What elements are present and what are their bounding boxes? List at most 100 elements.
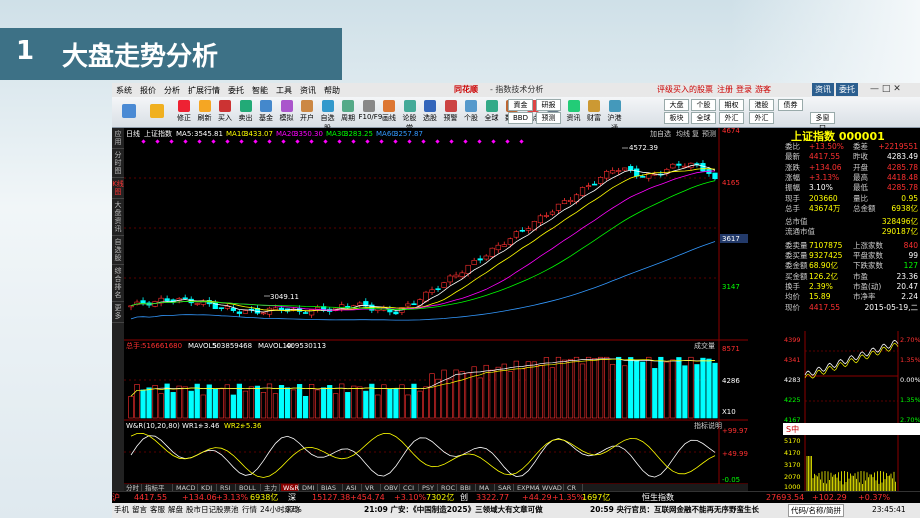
toolbar-extra-4[interactable]: 大盘 [664,99,689,111]
toolbar-button-5[interactable]: 模拟 [277,99,297,126]
leftnav-item-6[interactable]: 更多 [112,302,124,323]
toolbar-extra-0[interactable]: 資金 [508,99,533,111]
toolbar-button-0[interactable]: 修正 [174,99,194,126]
toolbar-extra-9[interactable]: 外汇 [719,112,744,124]
quote-row: 最新 4417.55 昨收 4283.49 [783,152,920,162]
candle-body [567,199,574,202]
volume-bar [628,357,634,419]
home-button[interactable] [146,99,168,126]
mini-pct-label-1: 1.35% [900,356,920,364]
kline-chart[interactable]: 日线 上证指数 MA5: 3545.81 MA10:3433.07 MA20:3350.3… [124,128,748,500]
menu-item-8[interactable]: 帮助 [320,83,344,96]
candle-body [465,264,471,274]
quote-value: 328496亿 [881,217,918,227]
news-headline-2[interactable]: 20:59 央行官员：互联网金融不能再无序野蛮生长 [590,503,759,517]
toolbar-button-14[interactable]: 个股 [461,99,481,126]
leftnav-item-4[interactable]: 自选股 [112,236,124,265]
news-headline-1[interactable]: 21:09 广安：《中国制造2025》三领域大有文章可做 [364,503,543,517]
menu-item-6[interactable]: 工具 [272,83,296,96]
leftnav-item-1[interactable]: 分时图 [112,149,124,178]
toolbar-extra-1[interactable]: BBD [508,112,533,124]
menu-item-5[interactable]: 智能 [248,83,272,96]
status-item-5[interactable]: 股票池 [216,503,239,517]
trade-top-button[interactable]: 委托 [836,83,858,96]
candle-body [140,300,146,304]
toolbar-button-21[interactable]: 沪港通 [605,99,625,132]
status-item-6[interactable]: 行情 [242,503,257,517]
volume-bar [212,388,218,419]
intraday-mini-chart[interactable]: 4399 4341 4283 4225 4167 2.70% 1.35% 0.00% 1.35%… [783,331,920,503]
volume-bar [567,358,574,419]
status-item-3[interactable]: 解盘 [168,503,183,517]
menu-item-2[interactable]: 分析 [160,83,184,96]
leftnav-item-3[interactable]: 大盘资讯 [112,199,124,236]
leftnav-item-0[interactable]: 应用 [112,128,124,149]
leftnav-item-5[interactable]: 综合排名 [112,265,124,302]
top-link-rated-buy[interactable]: 评级买入的股票 [657,83,713,96]
menu-item-4[interactable]: 委托 [224,83,248,96]
candle-body [459,272,465,277]
guest-link[interactable]: 游客 [755,83,771,96]
toolbar-button-12[interactable]: 选股 [420,99,440,126]
register-link[interactable]: 注册 [717,83,733,96]
menu-item-7[interactable]: 资讯 [296,83,320,96]
toolbar-button-3[interactable]: 卖出 [236,99,256,126]
toolbar-extra-11[interactable]: 外汇 [749,112,774,124]
toolbar-extra-3[interactable]: 预测 [536,112,561,124]
volume-bar [495,366,501,419]
toolbar-button-7[interactable]: 自选股 [318,99,338,132]
toolbar-button-13[interactable]: 预警 [441,99,461,126]
toolbar-button-15[interactable]: 全球 [482,99,502,126]
toolbar-button-11[interactable]: 论股堂 [400,99,420,132]
candle-body [640,176,646,178]
volume-axis-label-0: 8571 [722,345,740,353]
volume-bar [236,383,242,419]
toolbar-button-10[interactable]: 画线 [379,99,399,126]
toolbar-extra-13[interactable]: 多窗口 [810,112,835,132]
toolbar-button-6[interactable]: 开户 [297,99,317,126]
quote-label-2: 委差 [853,142,868,151]
volume-bar [339,383,345,419]
slide-title: 大盘走势分析 [62,42,219,72]
quote-label: 委卖量 [785,240,808,250]
status-item-8[interactable]: -.07% [280,503,302,517]
leftnav-item-2[interactable]: K线图 [112,178,124,199]
toolbar-button-20[interactable]: 财富 [584,99,604,126]
menu-item-0[interactable]: 系统 [112,83,136,96]
toolbar-button-4[interactable]: 基金 [256,99,276,126]
toolbar-button-8[interactable]: 周期 [338,99,358,126]
toolbar-button-19[interactable]: 资讯 [564,99,584,126]
status-item-2[interactable]: 客服 [150,503,165,517]
toolbar-extra-8[interactable]: 期权 [719,99,744,111]
toolbar-extra-10[interactable]: 港股 [749,99,774,111]
candle-body [670,163,676,169]
back-button[interactable] [116,99,142,126]
quote-value-2: 4285.78 [886,162,918,172]
toolbar-extra-6[interactable]: 个股 [691,99,716,111]
toolbar-label-5: 模拟 [279,114,294,122]
login-link[interactable]: 登录 [736,83,752,96]
candle-body [194,303,200,305]
menu-item-3[interactable]: 扩展行情 [184,83,224,96]
candle-body [495,244,501,251]
status-item-4[interactable]: 股市日记 [186,503,216,517]
toolbar-button-1[interactable]: 刷新 [195,99,215,126]
toolbar-button-2[interactable]: 买入 [215,99,235,126]
status-item-0[interactable]: 手机 [114,503,129,517]
toolbar-extra-5[interactable]: 板块 [664,112,689,124]
toolbar-button-9[interactable]: F10/F9 [359,99,382,126]
candle-body [579,187,586,196]
status-item-1[interactable]: 留言 [132,503,147,517]
code-search-input[interactable]: 代码/名称/简拼 [788,504,845,517]
menu-item-1[interactable]: 报价 [136,83,160,96]
volume-bar [429,373,435,419]
toolbar-extra-7[interactable]: 全球 [691,112,716,124]
news-top-button[interactable]: 资讯 [812,83,834,96]
candle-body [483,255,489,260]
quote-title: 上证指数 000001 [783,128,920,143]
candle-body [676,163,682,166]
candle-body [272,307,279,310]
toolbar-extra-12[interactable]: 债券 [778,99,803,111]
window-controls[interactable]: — □ ✕ [870,83,901,96]
toolbar-extra-2[interactable]: 研报 [536,99,561,111]
